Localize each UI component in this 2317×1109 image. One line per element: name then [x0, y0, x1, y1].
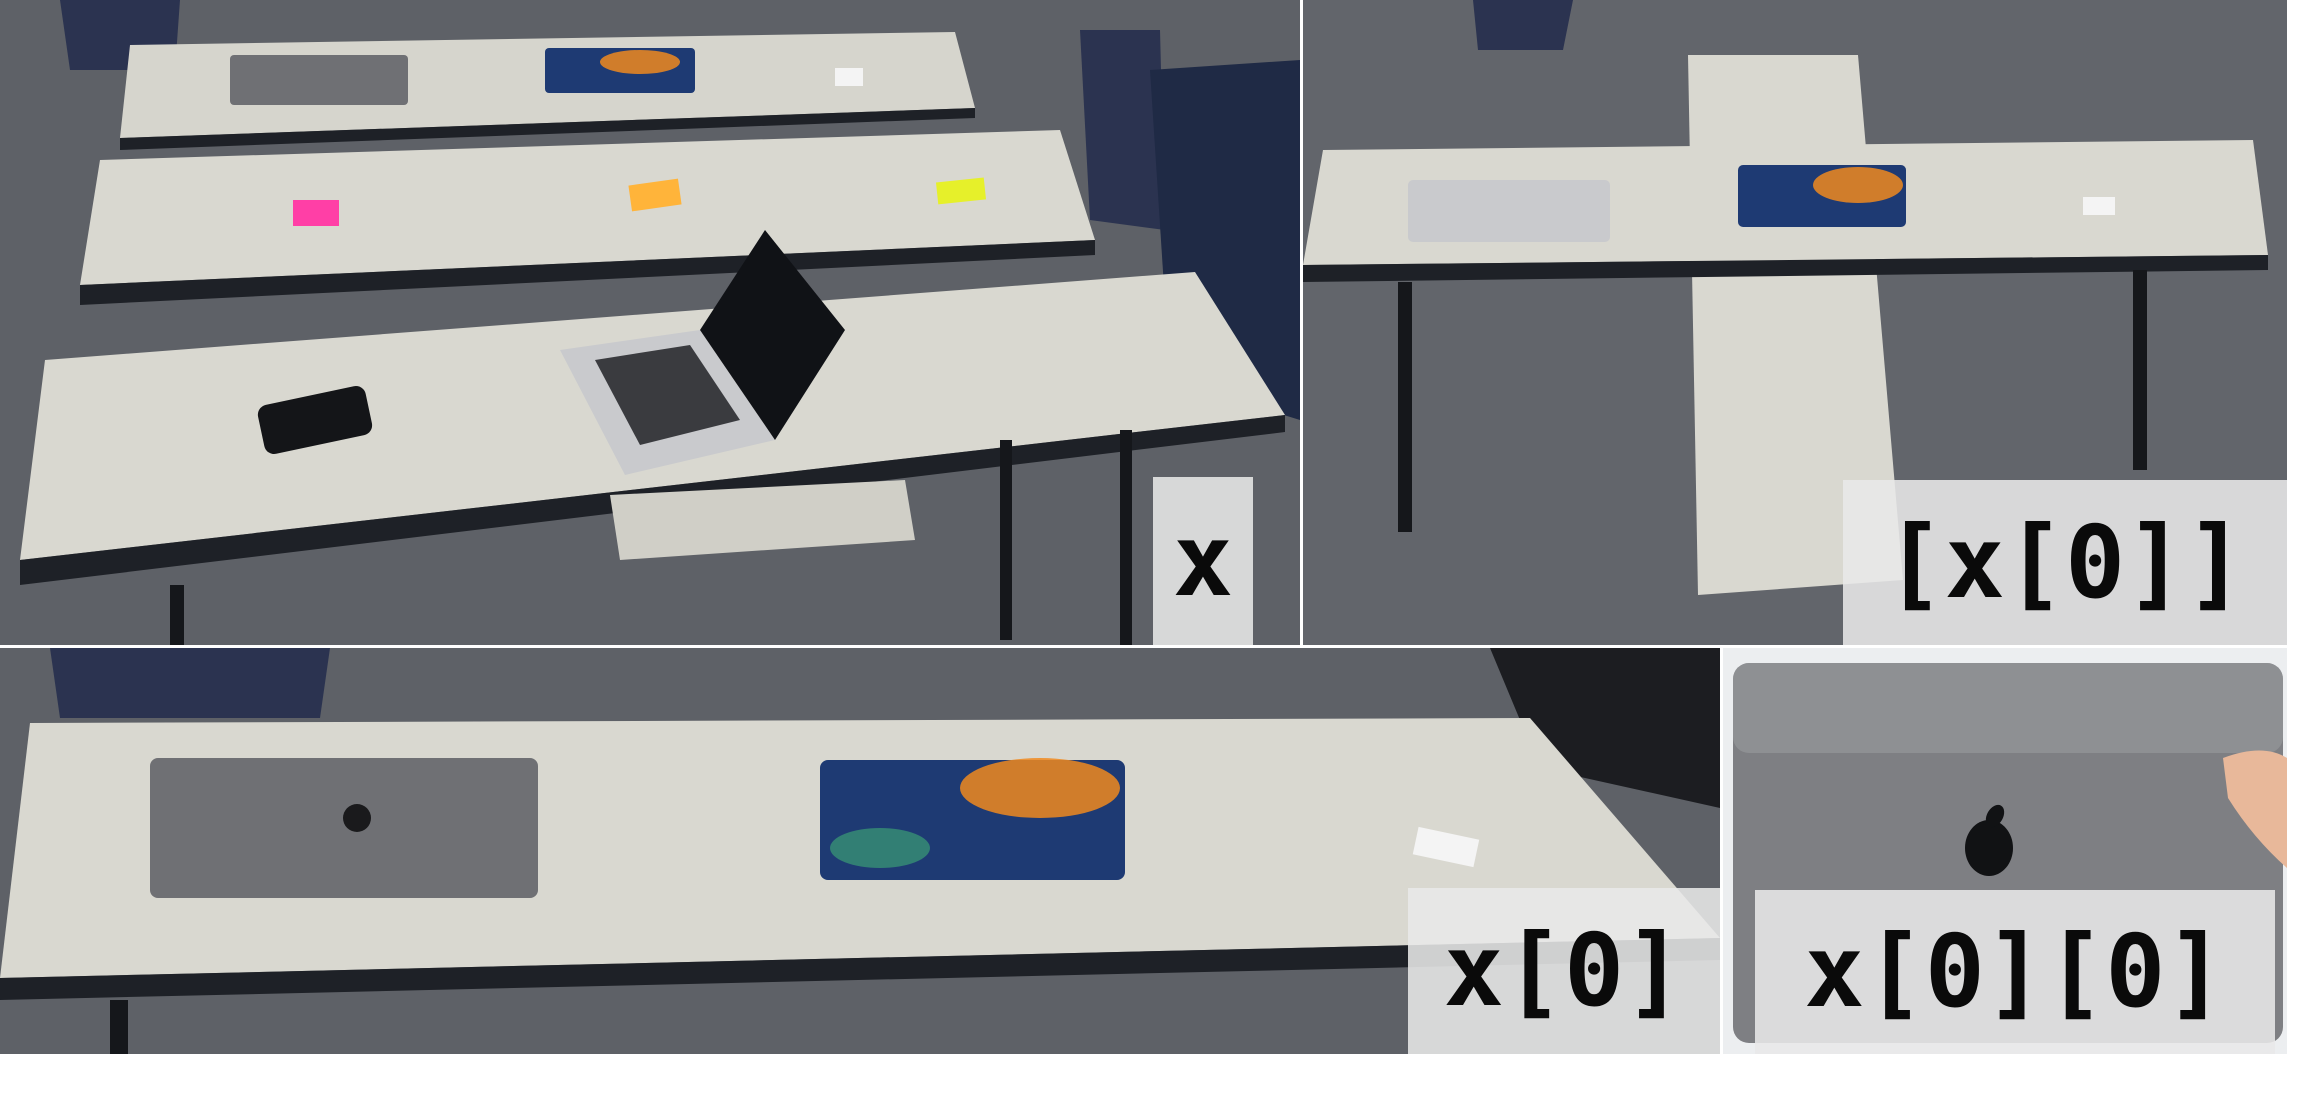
laptop-closed-space-gray	[230, 55, 408, 105]
panel-bottom-right: x[0][0]	[1723, 648, 2287, 1054]
photo-classroom-three-tables	[0, 0, 1300, 645]
chair	[1080, 30, 1165, 230]
panel-label: x[0][0]	[1755, 890, 2275, 1054]
usb-adapter	[835, 68, 863, 86]
panel-label: [x[0]]	[1843, 480, 2287, 645]
panel-bottom-left: x[0]	[0, 648, 1720, 1054]
usb-adapter	[2083, 197, 2115, 215]
chair	[1473, 0, 1573, 50]
laptop-closed-space-gray	[150, 758, 538, 898]
panel-label: x[0]	[1408, 888, 1720, 1054]
panel-top-left: x	[0, 0, 1300, 645]
logo-icon	[1965, 820, 2013, 876]
chair	[50, 648, 330, 718]
panel-label: x	[1153, 477, 1253, 645]
laptop-closed-silver	[1408, 180, 1610, 242]
sticky-note-pink	[293, 200, 339, 226]
panel-top-right: [x[0]]	[1303, 0, 2287, 645]
